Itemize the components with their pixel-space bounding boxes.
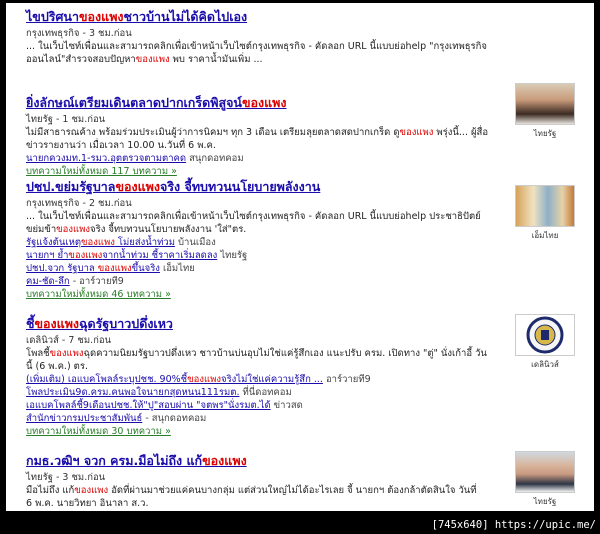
related-article: คม-ชัด-ลึก - อาร์วายที9 (26, 275, 586, 288)
result-thumbnail[interactable]: ไทยรัฐ (510, 451, 580, 508)
snippet-line: นี้ (6 พ.ค.) ตร. (26, 361, 88, 372)
related-source: ข่าวสด (273, 400, 303, 411)
news-result-1: ไขปริศนาของแพงชาวบ้านไม่ได้คิดไปเอง กรุง… (26, 9, 586, 66)
result-title-link[interactable]: ไขปริศนาของแพงชาวบ้านไม่ได้คิดไปเอง (26, 9, 586, 25)
related-source: อาร์วายที9 (325, 374, 371, 385)
related-source: เอ็มไทย (162, 263, 195, 274)
snippet-line: ... ในเว็บไซท์เพื่อนและสามารถคลิกเพื่อเข… (26, 41, 487, 52)
result-thumbnail[interactable]: เดลินิวส์ (510, 314, 580, 371)
timestamp: 3 ชม.ก่อน (88, 28, 132, 39)
related-link[interactable]: (เพิ่มเติม) เอแบคโพลล์ระบุปชช. 90%ชี้ของ… (26, 374, 323, 385)
source-name: ไทยรัฐ (26, 114, 53, 125)
news-result-5: กมธ.วฒิฯ จวก ครม.มือไม่ถึง แก้ของแพง ไทย… (26, 451, 586, 510)
supermarket-photo (515, 185, 575, 227)
result-meta: เดลินิวส์ - 7 ชม.ก่อน (26, 335, 112, 346)
timestamp: 3 ชม.ก่อน (62, 472, 106, 483)
news-results-panel: ไขปริศนาของแพงชาวบ้านไม่ได้คิดไปเอง กรุง… (6, 3, 594, 511)
timestamp: 7 ชม.ก่อน (68, 335, 112, 346)
snippet-line: 6 พ.ค. นายวิทยา อินาลา ส.ว. (26, 498, 149, 509)
result-meta: กรุงเทพธุรกิจ - 3 ชม.ก่อน (26, 28, 132, 39)
result-snippet: ... ในเว็บไซท์เพื่อนและสามารถคลิกเพื่อเข… (26, 210, 496, 236)
related-link[interactable]: เอแบคโพลล์ชี้9เดือนปชช.ให้"ปู"สอบผ่าน "จ… (26, 400, 271, 411)
news-result-2: ยิ่งลักษณ์เตรียมเดินตลาดปากเกร็ดพิสูจน์ข… (26, 83, 586, 178)
portrait-photo (515, 83, 575, 125)
source-name: เดลินิวส์ (26, 335, 59, 346)
thumbnail-caption: ไทยรัฐ (533, 129, 557, 138)
portrait-photo (515, 451, 575, 493)
snippet-line: ข่าวรายงานว่า เมื่อเวลา 10.00 น.วันที่ 6… (26, 140, 216, 151)
timestamp: 1 ชม.ก่อน (62, 114, 106, 125)
related-source: ไทยรัฐ (220, 250, 248, 261)
related-article: เอแบคโพลล์ชี้9เดือนปชช.ให้"ปู"สอบผ่าน "จ… (26, 399, 586, 412)
related-article: รัฐแจ้งต้นเหตุของแพง โม่ยส่งน้ำท่วม บ้าน… (26, 236, 586, 249)
related-article: นายกควงมท.1-รมว.อุตตรวจตามตาคด สนุกดอทคอ… (26, 152, 586, 165)
news-result-4: ชี้ของแพงฉุดรัฐบาวปดึ่งเหว เดลินิวส์ - 7… (26, 314, 586, 438)
related-article: นายกฯ ย้ำของแพงจากน้ำท่วม ชี้ราคาเริ่มลด… (26, 249, 586, 262)
more-articles-link[interactable]: บทความใหม่ทั้งหมด 30 บทความ » (26, 425, 586, 438)
result-title-link[interactable]: กมธ.วฒิฯ จวก ครม.มือไม่ถึง แก้ของแพง (26, 453, 586, 469)
result-snippet: ไม่มีสาธารณค้าง พร้อมร่วมประเมินผู้ว่ากา… (26, 126, 496, 152)
result-thumbnail[interactable]: ไทยรัฐ (510, 83, 580, 140)
source-name: ไทยรัฐ (26, 472, 53, 483)
more-articles-link[interactable]: บทความใหม่ทั้งหมด 46 บทความ » (26, 288, 586, 301)
result-meta: ไทยรัฐ - 1 ชม.ก่อน (26, 114, 106, 125)
timestamp: 2 ชม.ก่อน (88, 198, 132, 209)
related-source: - อาร์วายที9 (69, 276, 124, 287)
related-article: ปชป.จวก รัฐบาล ของแพงขึ้นจริง เอ็มไทย (26, 262, 586, 275)
related-link[interactable]: รัฐแจ้งต้นเหตุของแพง โม่ยส่งน้ำท่วม (26, 237, 175, 248)
source-name: กรุงเทพธุรกิจ (26, 28, 80, 39)
thumbnail-caption: เอ็มไทย (531, 231, 559, 240)
related-article: โพลประเมิน9ด.ครม.คนพอใจนายกสุดหนน111รมต.… (26, 386, 586, 399)
related-source: - สนุกดอทคอม (142, 413, 207, 424)
related-article: (เพิ่มเติม) เอแบคโพลล์ระบุปชช. 90%ชี้ของ… (26, 373, 586, 386)
related-link[interactable]: นายกฯ ย้ำของแพงจากน้ำท่วม ชี้ราคาเริ่มลด… (26, 250, 217, 261)
related-link[interactable]: โพลประเมิน9ด.ครม.คนพอใจนายกสุดหนน111รมต. (26, 387, 239, 398)
result-title-link[interactable]: ชี้ของแพงฉุดรัฐบาวปดึ่งเหว (26, 316, 586, 332)
related-link[interactable]: คม-ชัด-ลึก (26, 276, 70, 287)
result-snippet: โพลชี้ของแพงฉุดความนิยมรัฐบาวปดึ่งเหว ชา… (26, 347, 496, 373)
result-title-link[interactable]: ปชป.ขย่มรัฐบาลของแพงจริง จี้ทบทวนนโยบายพ… (26, 179, 586, 195)
university-seal-logo (515, 314, 575, 356)
result-title-link[interactable]: ยิ่งลักษณ์เตรียมเดินตลาดปากเกร็ดพิสูจน์ข… (26, 95, 586, 111)
related-source: สนุกดอทคอม (189, 153, 244, 164)
snippet-line: มือไม่ถึง แก้ของแพง อัดที่ผ่านมาช่วยแค่ค… (26, 485, 477, 496)
thumbnail-caption: เดลินิวส์ (531, 360, 559, 369)
snippet-line: ... ในเว็บไซท์เพื่อนและสามารถคลิกเพื่อเข… (26, 211, 481, 222)
result-meta: กรุงเทพธุรกิจ - 2 ชม.ก่อน (26, 198, 132, 209)
more-articles-link[interactable]: บทความใหม่ทั้งหมด 117 บทความ » (26, 165, 586, 178)
source-name: กรุงเทพธุรกิจ (26, 198, 80, 209)
result-thumbnail[interactable]: เอ็มไทย (510, 185, 580, 242)
snippet-line: ขย่มข้าของแพงจริง จี้ทบทวนนโยบายพลังงาน … (26, 224, 247, 235)
related-source: ที่นี่ดอทคอม (242, 387, 292, 398)
news-result-3: ปชป.ขย่มรัฐบาลของแพงจริง จี้ทบทวนนโยบายพ… (26, 179, 586, 301)
snippet-line: โพลชี้ของแพงฉุดความนิยมรัฐบาวปดึ่งเหว ชา… (26, 348, 487, 359)
related-link[interactable]: ปชป.จวก รัฐบาล ของแพงขึ้นจริง (26, 263, 160, 274)
result-snippet: ... ในเว็บไซท์เพื่อนและสามารถคลิกเพื่อเข… (26, 40, 586, 66)
snippet-line: ออนไลน์"สำรวจสอบปัญหาของแพง พบ ราคาน้ำมั… (26, 54, 263, 65)
related-link[interactable]: นายกควงมท.1-รมว.อุตตรวจตามตาคด (26, 153, 186, 164)
related-source: บ้านเมือง (178, 237, 216, 248)
snippet-line: ไม่มีสาธารณค้าง พร้อมร่วมประเมินผู้ว่ากา… (26, 127, 489, 138)
image-host-watermark: [745x640] https://upic.me/ (431, 519, 596, 531)
related-link[interactable]: สำนักข่าวกรมประชาสัมพันธ์ (26, 413, 142, 424)
result-meta: ไทยรัฐ - 3 ชม.ก่อน (26, 472, 106, 483)
related-article: สำนักข่าวกรมประชาสัมพันธ์ - สนุกดอทคอม (26, 412, 586, 425)
result-snippet: มือไม่ถึง แก้ของแพง อัดที่ผ่านมาช่วยแค่ค… (26, 484, 496, 510)
seal-icon (526, 316, 564, 354)
thumbnail-caption: ไทยรัฐ (533, 497, 557, 506)
